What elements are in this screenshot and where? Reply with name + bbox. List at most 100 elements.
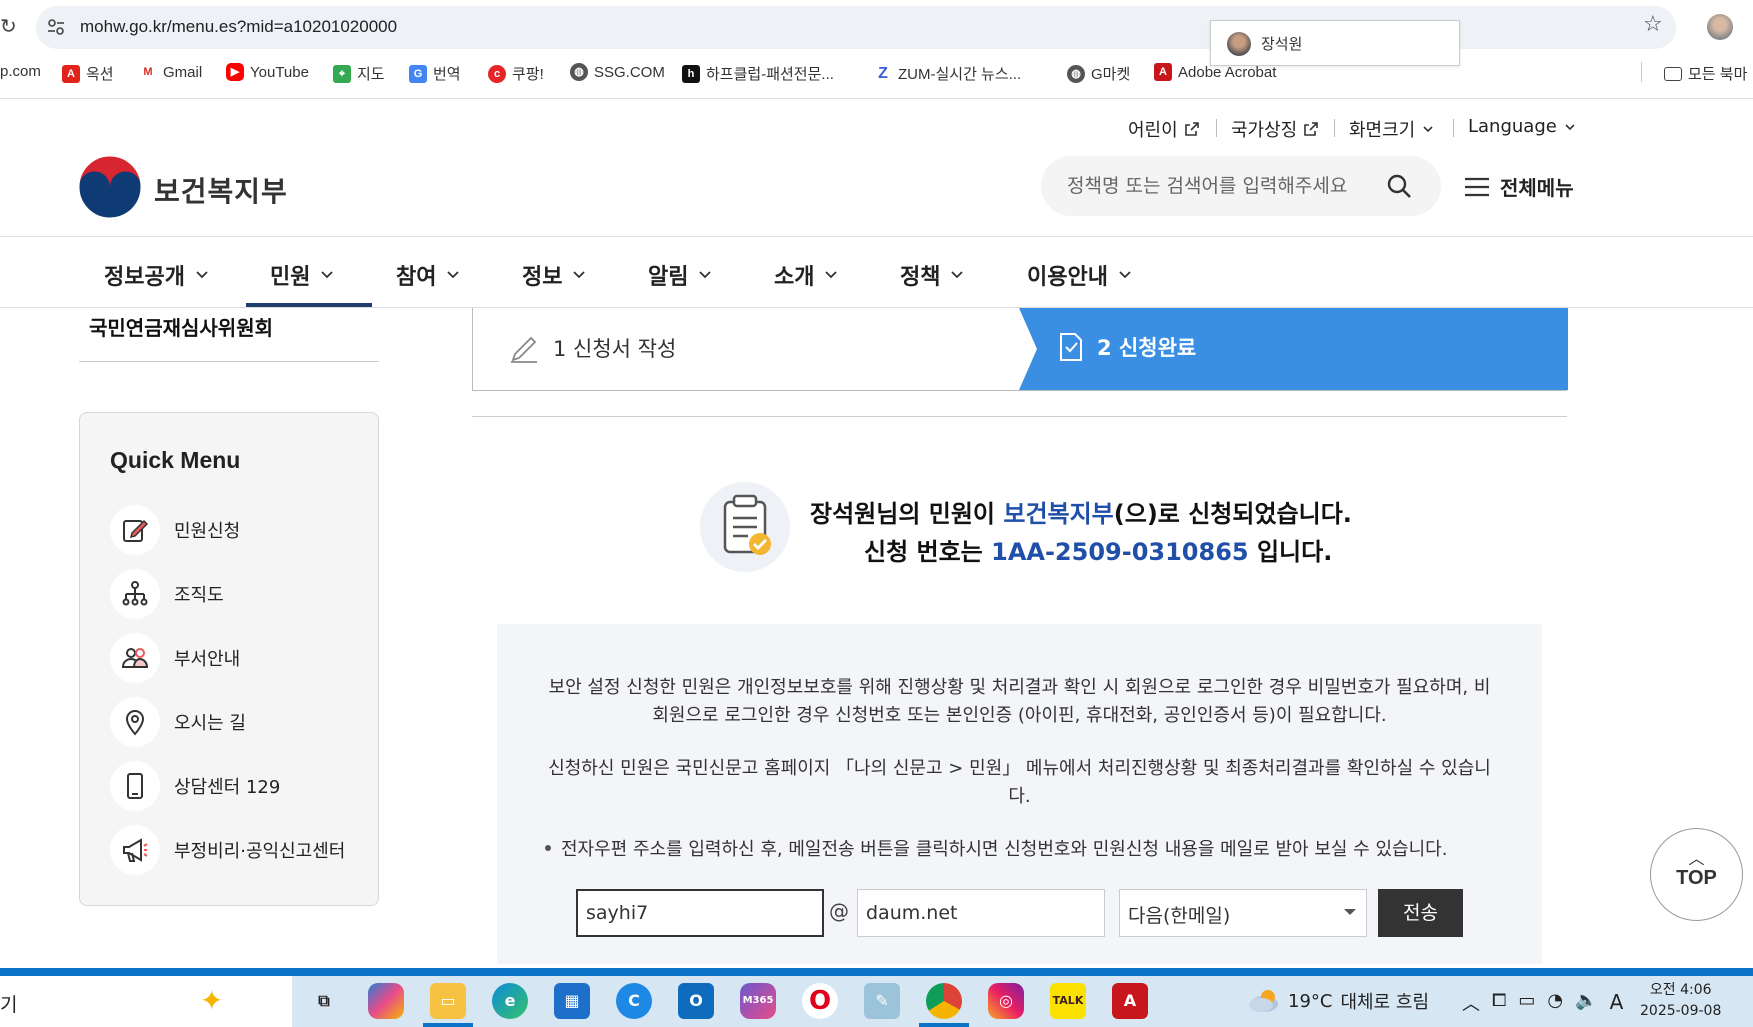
nav-label: 정보 bbox=[522, 265, 563, 290]
nav-item-information[interactable]: 정보 bbox=[522, 259, 586, 291]
wifi-icon[interactable]: ◔ bbox=[1547, 990, 1563, 1016]
search-icon[interactable] bbox=[1386, 173, 1412, 199]
email-notice-text: 전자우편 주소를 입력하신 후, 메일전송 버튼을 클릭하시면 신청번호와 민원… bbox=[561, 839, 1448, 860]
bookmark-item[interactable]: ◍ G마켓 bbox=[1067, 63, 1130, 84]
bookmark-item[interactable]: M Gmail bbox=[139, 63, 202, 81]
meet-icon[interactable]: ⧠ bbox=[1492, 990, 1506, 1016]
profile-popup-avatar bbox=[1227, 32, 1251, 56]
quick-item-call-center[interactable]: 상담센터 129 bbox=[110, 761, 280, 811]
quick-item-label: 오시는 길 bbox=[174, 713, 246, 734]
quick-item-civil-apply[interactable]: 민원신청 bbox=[110, 505, 240, 555]
folder-icon bbox=[1664, 66, 1682, 81]
chevron-down-icon bbox=[321, 271, 334, 279]
external-link-icon bbox=[1184, 122, 1199, 136]
volume-icon[interactable]: 🔈 bbox=[1575, 990, 1597, 1016]
quick-item-label: 조직도 bbox=[174, 585, 224, 606]
bookmark-item[interactable]: A 옥션 bbox=[62, 63, 114, 84]
all-menu-button[interactable]: 전체메뉴 bbox=[1464, 172, 1574, 201]
mohw-logo-icon[interactable] bbox=[78, 155, 142, 219]
send-email-button[interactable]: 전송 bbox=[1378, 889, 1463, 937]
edge-icon[interactable]: e bbox=[492, 983, 528, 1019]
weather-temp: 19°C bbox=[1288, 990, 1333, 1012]
system-tray: ︿ ⧠ ▭ ◔ 🔈 A bbox=[1462, 990, 1623, 1016]
bookmark-item[interactable]: ⌖ 지도 bbox=[333, 63, 385, 84]
bookmark-item[interactable]: ▶ YouTube bbox=[226, 63, 309, 81]
taskbar-search-text: 기 bbox=[0, 994, 18, 1016]
bookmark-item[interactable]: p.com bbox=[0, 63, 41, 80]
taskbar-search[interactable]: 기 ✦ bbox=[0, 976, 292, 1027]
chevron-down-icon bbox=[951, 271, 964, 279]
quick-item-departments[interactable]: 부서안내 bbox=[110, 633, 240, 683]
nav-item-policy[interactable]: 정책 bbox=[900, 259, 964, 291]
acrobat-icon[interactable]: A bbox=[1112, 983, 1148, 1019]
email-provider-select[interactable]: 다음(한메일) bbox=[1119, 889, 1367, 937]
bookmark-label: 지도 bbox=[357, 66, 385, 83]
scroll-top-button[interactable]: ︿ TOP bbox=[1650, 828, 1743, 921]
task-view-icon[interactable]: ⧉ bbox=[306, 983, 342, 1019]
chevron-down-icon bbox=[196, 271, 208, 279]
copilot-sparkle-icon: ✦ bbox=[200, 984, 224, 1017]
clock[interactable]: 오전 4:06 2025-09-08 bbox=[1640, 980, 1721, 1022]
nav-item-about[interactable]: 소개 bbox=[774, 259, 838, 291]
search-input[interactable] bbox=[1067, 170, 1377, 202]
quick-item-whistleblower[interactable]: 부정비리·공익신고센터 bbox=[110, 825, 345, 875]
file-explorer-icon[interactable]: ▭ bbox=[430, 983, 466, 1019]
util-link-label: Language bbox=[1468, 116, 1557, 137]
bookmark-label: ZUM-실시간 뉴스... bbox=[898, 66, 1022, 83]
reload-icon[interactable]: ↻ bbox=[0, 14, 17, 38]
site-search[interactable] bbox=[1041, 156, 1441, 216]
profile-avatar[interactable] bbox=[1707, 14, 1733, 40]
nav-item-guide[interactable]: 이용안내 bbox=[1027, 259, 1132, 291]
browser-address-bar: ↻ mohw.go.kr/menu.es?mid=a10201020000 ☆ bbox=[0, 0, 1753, 56]
m365-icon[interactable]: M365 bbox=[740, 983, 776, 1019]
kakaotalk-icon[interactable]: TALK bbox=[1050, 983, 1086, 1019]
logo-text[interactable]: 보건복지부 bbox=[154, 170, 288, 210]
nav-item-participation[interactable]: 참여 bbox=[396, 259, 460, 291]
nav-item-civil[interactable]: 민원 bbox=[270, 259, 334, 291]
util-link-language[interactable]: Language bbox=[1468, 116, 1577, 137]
chrome-icon[interactable] bbox=[926, 983, 962, 1019]
instagram-icon[interactable]: ◎ bbox=[988, 983, 1024, 1019]
bookmark-item[interactable]: 모든 북마 bbox=[1664, 63, 1747, 84]
completion-org: 보건복지부 bbox=[1003, 500, 1114, 528]
copilot-icon[interactable] bbox=[368, 983, 404, 1019]
profile-popup[interactable]: 장석원 bbox=[1210, 20, 1460, 66]
notepad-icon[interactable]: ✎ bbox=[864, 983, 900, 1019]
util-separator bbox=[1334, 119, 1335, 137]
email-domain-input[interactable] bbox=[857, 889, 1105, 937]
util-link-screen-size[interactable]: 화면크기 bbox=[1349, 116, 1435, 142]
chevron-up-icon: ︿ bbox=[1688, 849, 1705, 868]
site-info-icon[interactable] bbox=[46, 17, 66, 37]
app-c-icon[interactable]: C bbox=[616, 983, 652, 1019]
opera-icon[interactable]: O bbox=[802, 983, 838, 1019]
util-link-children[interactable]: 어린이 bbox=[1128, 116, 1200, 142]
quick-item-org-chart[interactable]: 조직도 bbox=[110, 569, 224, 619]
phone-icon bbox=[110, 761, 160, 811]
bookmark-item[interactable]: G 번역 bbox=[409, 63, 461, 84]
divider bbox=[79, 361, 379, 362]
bookmark-item[interactable]: c 쿠팡! bbox=[488, 63, 544, 84]
bookmark-item[interactable]: ◍ SSG.COM bbox=[570, 63, 665, 81]
util-link-label: 국가상징 bbox=[1231, 120, 1298, 141]
nav-label: 참여 bbox=[396, 265, 437, 290]
bookmark-star-icon[interactable]: ☆ bbox=[1643, 12, 1663, 37]
email-id-input[interactable] bbox=[576, 889, 824, 937]
taskbar-accent bbox=[0, 968, 1753, 976]
outlook-icon[interactable]: O bbox=[678, 983, 714, 1019]
sidebar-menu-title[interactable]: 국민연금재심사위원회 bbox=[89, 312, 273, 341]
ime-indicator[interactable]: A bbox=[1610, 990, 1624, 1016]
nav-label: 알림 bbox=[648, 265, 689, 290]
bookmark-item[interactable]: Z ZUM-실시간 뉴스... bbox=[874, 63, 1021, 84]
nav-item-info-disclosure[interactable]: 정보공개 bbox=[104, 259, 209, 291]
store-icon[interactable]: ▦ bbox=[554, 983, 590, 1019]
weather-widget[interactable]: 19°C 대체로 흐림 bbox=[1246, 988, 1429, 1014]
nav-item-notice[interactable]: 알림 bbox=[648, 259, 712, 291]
util-link-national-symbol[interactable]: 국가상징 bbox=[1231, 116, 1319, 142]
url-text[interactable]: mohw.go.kr/menu.es?mid=a10201020000 bbox=[80, 17, 397, 37]
quick-item-directions[interactable]: 오시는 길 bbox=[110, 697, 246, 747]
chevron-up-icon[interactable]: ︿ bbox=[1462, 990, 1480, 1016]
bookmark-item[interactable]: h 하프클럽-패션전문... bbox=[682, 63, 834, 84]
active-app-indicator bbox=[919, 1023, 969, 1027]
map-pin-icon bbox=[110, 697, 160, 747]
battery-icon[interactable]: ▭ bbox=[1518, 990, 1535, 1016]
